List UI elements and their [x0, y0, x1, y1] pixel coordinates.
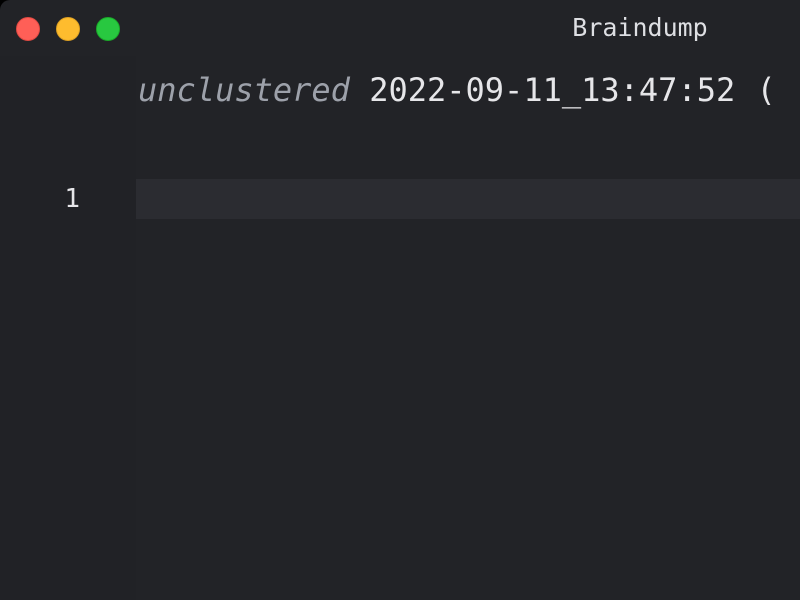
note-header[interactable]: unclustered 2022-09-11_13:47:52 (	[138, 70, 776, 110]
app-window: Braindump unclustered 2022-09-11_13:47:5…	[0, 0, 800, 600]
line-number-gutter	[0, 56, 136, 600]
cluster-label: unclustered	[138, 71, 350, 109]
header-overflow-text: (	[756, 71, 776, 109]
zoom-window-button[interactable]	[96, 17, 120, 41]
note-timestamp: 2022-09-11_13:47:52	[369, 71, 736, 109]
editor-current-line[interactable]	[136, 179, 800, 219]
close-window-button[interactable]	[16, 17, 40, 41]
minimize-window-button[interactable]	[56, 17, 80, 41]
window-title: Braindump	[572, 13, 708, 42]
title-bar[interactable]: Braindump	[0, 0, 800, 56]
line-number: 1	[64, 184, 80, 214]
